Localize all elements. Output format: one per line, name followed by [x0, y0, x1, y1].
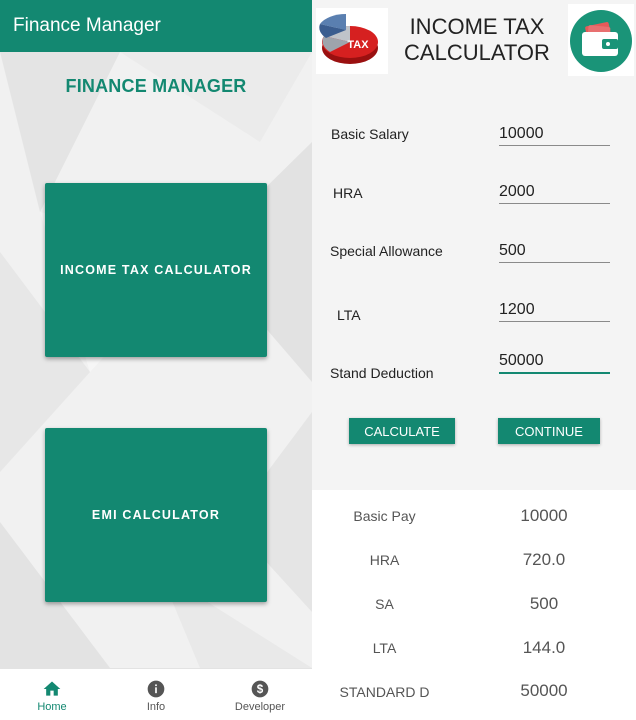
tax-pie-logo: TAX: [316, 8, 388, 74]
basic-salary-input[interactable]: [499, 123, 610, 146]
basic-salary-label: Basic Salary: [331, 126, 409, 142]
special-allowance-input[interactable]: [499, 240, 610, 263]
stand-deduction-input[interactable]: [499, 350, 610, 374]
results-panel: Basic Pay 10000 HRA 720.0 SA 500 LTA 144…: [312, 490, 636, 720]
result-basic-pay-label: Basic Pay: [353, 508, 416, 524]
nav-home[interactable]: Home: [0, 669, 104, 720]
wallet-icon: [568, 4, 634, 76]
special-allowance-label: Special Allowance: [330, 243, 443, 259]
bottom-navigation: Home Info $ Developer: [0, 668, 312, 720]
calculator-title: INCOME TAX CALCULATOR: [392, 14, 562, 66]
title-line-2: CALCULATOR: [404, 40, 550, 65]
app-title: Finance Manager: [13, 15, 161, 36]
result-hra-label: HRA: [369, 552, 400, 568]
home-icon: [43, 681, 61, 696]
result-sa-label: SA: [375, 596, 394, 612]
home-screen: Finance Manager FINANCE MANAGER INCOME T…: [0, 0, 312, 720]
svg-text:$: $: [257, 683, 264, 696]
nav-home-label: Home: [37, 701, 67, 713]
calculate-button[interactable]: CALCULATE: [349, 418, 455, 444]
lta-label: LTA: [337, 307, 361, 323]
tax-logo-text: TAX: [347, 39, 369, 51]
nav-info[interactable]: Info: [104, 669, 208, 720]
stand-deduction-label: Stand Deduction: [330, 365, 434, 381]
tax-calculator-screen: TAX INCOME TAX CALCULATOR Basic Salary H…: [312, 0, 636, 720]
emi-calculator-button[interactable]: EMI CALCULATOR: [45, 428, 267, 602]
hra-label: HRA: [333, 185, 363, 201]
result-standard-d-value: 50000: [520, 681, 568, 700]
title-line-1: INCOME TAX: [409, 14, 545, 39]
app-bar: Finance Manager: [0, 0, 312, 52]
result-lta-label: LTA: [372, 640, 397, 656]
result-standard-d-label: STANDARD D: [339, 684, 430, 700]
income-tax-calculator-button[interactable]: INCOME TAX CALCULATOR: [45, 183, 267, 357]
result-basic-pay-value: 10000: [520, 506, 568, 525]
result-sa-value: 500: [529, 594, 559, 613]
page-heading: FINANCE MANAGER: [65, 76, 247, 96]
nav-developer-label: Developer: [234, 701, 286, 713]
hra-input[interactable]: [499, 181, 610, 204]
result-hra-value: 720.0: [522, 550, 566, 569]
nav-developer[interactable]: $ Developer: [208, 669, 312, 720]
result-lta-value: 144.0: [522, 638, 566, 657]
nav-info-label: Info: [146, 701, 166, 713]
continue-button[interactable]: CONTINUE: [498, 418, 600, 444]
info-icon: [147, 680, 165, 698]
lta-input[interactable]: [499, 299, 610, 322]
dollar-icon: $: [251, 680, 269, 698]
